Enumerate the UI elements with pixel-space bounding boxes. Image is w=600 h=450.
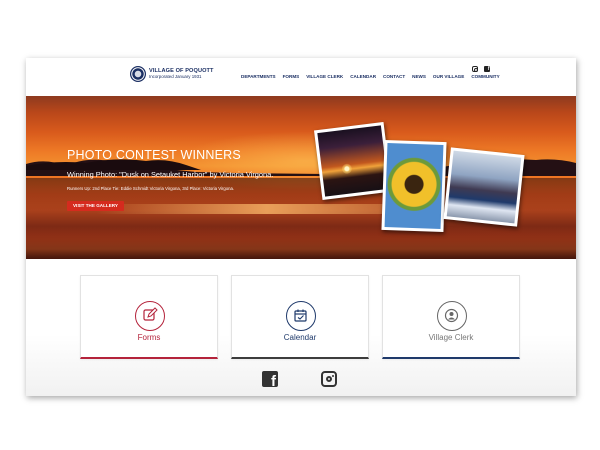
logo-subtitle: Incorporated January 1931 (149, 74, 202, 80)
instagram-icon[interactable] (321, 371, 337, 387)
contest-photo-winter[interactable] (443, 147, 525, 227)
nav-item-forms[interactable]: FORMS (283, 74, 300, 79)
nav-item-village-clerk[interactable]: VILLAGE CLERK (306, 74, 343, 79)
nav-item-news[interactable]: NEWS (412, 74, 426, 79)
instagram-icon[interactable] (472, 66, 478, 72)
contest-photo-sunflower[interactable] (381, 139, 447, 233)
site-logo[interactable]: VILLAGE OF POQUOTT Incorporated January … (130, 66, 214, 82)
facebook-icon[interactable]: f (484, 66, 490, 72)
contest-photo-sunset[interactable] (313, 121, 393, 201)
village-seal-icon (130, 66, 146, 82)
nav-item-contact[interactable]: CONTACT (383, 74, 405, 79)
card-label: Village Clerk (428, 333, 474, 342)
hero-runners-up: Runners Up: 2nd Place Tie: Eddie Schmidt… (67, 186, 235, 191)
village-clerk-card[interactable]: Village Clerk (382, 275, 520, 359)
website-page: VILLAGE OF POQUOTT Incorporated January … (26, 58, 576, 396)
nav-item-calendar[interactable]: CALENDAR (350, 74, 376, 79)
site-header: VILLAGE OF POQUOTT Incorporated January … (26, 58, 576, 96)
nav-item-departments[interactable]: DEPARTMENTS (241, 74, 276, 79)
edit-form-icon (135, 301, 165, 331)
calendar-icon (286, 301, 316, 331)
hero-subtitle: Winning Photo: "Dusk on Setauket Harbor"… (67, 170, 274, 179)
nav-item-community[interactable]: COMMUNITY (471, 74, 499, 79)
facebook-icon[interactable]: f (262, 371, 278, 387)
visit-gallery-button[interactable]: VISIT THE GALLERY (67, 201, 124, 211)
hero-banner: PHOTO CONTEST WINNERS Winning Photo: "Du… (26, 96, 576, 259)
quick-links: Forms Calendar Village Clerk f (26, 259, 576, 396)
nav-item-our-village[interactable]: OUR VILLAGE (433, 74, 464, 79)
main-nav: DEPARTMENTS FORMS VILLAGE CLERK CALENDAR… (241, 74, 500, 79)
forms-card[interactable]: Forms (80, 275, 218, 359)
person-icon (437, 301, 467, 331)
footer-social-links: f (262, 371, 337, 387)
calendar-card[interactable]: Calendar (231, 275, 369, 359)
card-label: Calendar (283, 333, 317, 342)
header-social-links: f (472, 66, 490, 72)
hero-title: PHOTO CONTEST WINNERS (67, 148, 241, 162)
card-label: Forms (137, 333, 161, 342)
